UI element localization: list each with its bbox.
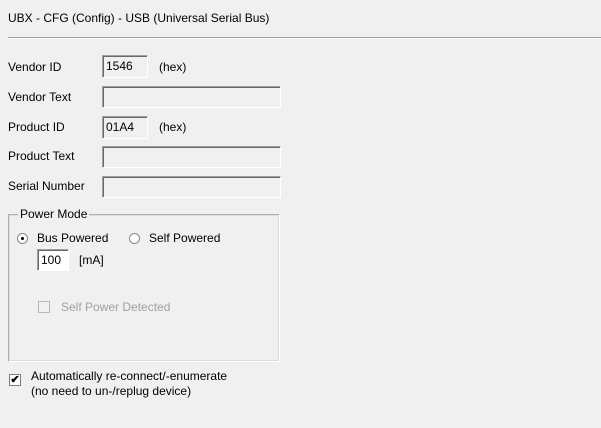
- auto-reconnect-checkbox[interactable]: ✔: [9, 374, 21, 386]
- product-id-field[interactable]: 01A4: [102, 116, 148, 139]
- self-power-detected-label: Self Power Detected: [61, 300, 171, 314]
- serial-number-label: Serial Number: [8, 179, 85, 193]
- current-ma-field[interactable]: 100: [37, 249, 69, 271]
- bus-powered-label[interactable]: Bus Powered: [37, 231, 108, 245]
- vendor-text-field[interactable]: [102, 86, 281, 108]
- self-power-detected-checkbox[interactable]: [38, 301, 50, 313]
- radio-selected-dot: [21, 237, 24, 240]
- product-id-label: Product ID: [8, 120, 65, 134]
- divider: [8, 37, 601, 39]
- vendor-id-field[interactable]: 1546: [102, 55, 148, 78]
- checkmark-icon: ✔: [10, 374, 20, 386]
- auto-reconnect-line2: (no need to un-/replug device): [31, 384, 192, 398]
- bus-powered-radio[interactable]: [17, 233, 28, 244]
- vendor-id-unit: (hex): [159, 60, 187, 74]
- auto-reconnect-label[interactable]: Automatically re-connect/-enumerate (no …: [31, 369, 227, 399]
- vendor-text-label: Vendor Text: [8, 90, 72, 104]
- vendor-id-label: Vendor ID: [8, 60, 62, 74]
- product-text-label: Product Text: [8, 149, 75, 163]
- current-unit: [mA]: [79, 253, 104, 267]
- auto-reconnect-line1: Automatically re-connect/-enumerate: [31, 369, 228, 383]
- power-mode-legend: Power Mode: [18, 207, 90, 221]
- page-title: UBX - CFG (Config) - USB (Universal Seri…: [8, 11, 270, 25]
- self-powered-label[interactable]: Self Powered: [149, 231, 220, 245]
- product-text-field[interactable]: [102, 146, 281, 168]
- serial-number-field[interactable]: [102, 176, 281, 198]
- self-powered-radio[interactable]: [129, 233, 140, 244]
- product-id-unit: (hex): [159, 120, 187, 134]
